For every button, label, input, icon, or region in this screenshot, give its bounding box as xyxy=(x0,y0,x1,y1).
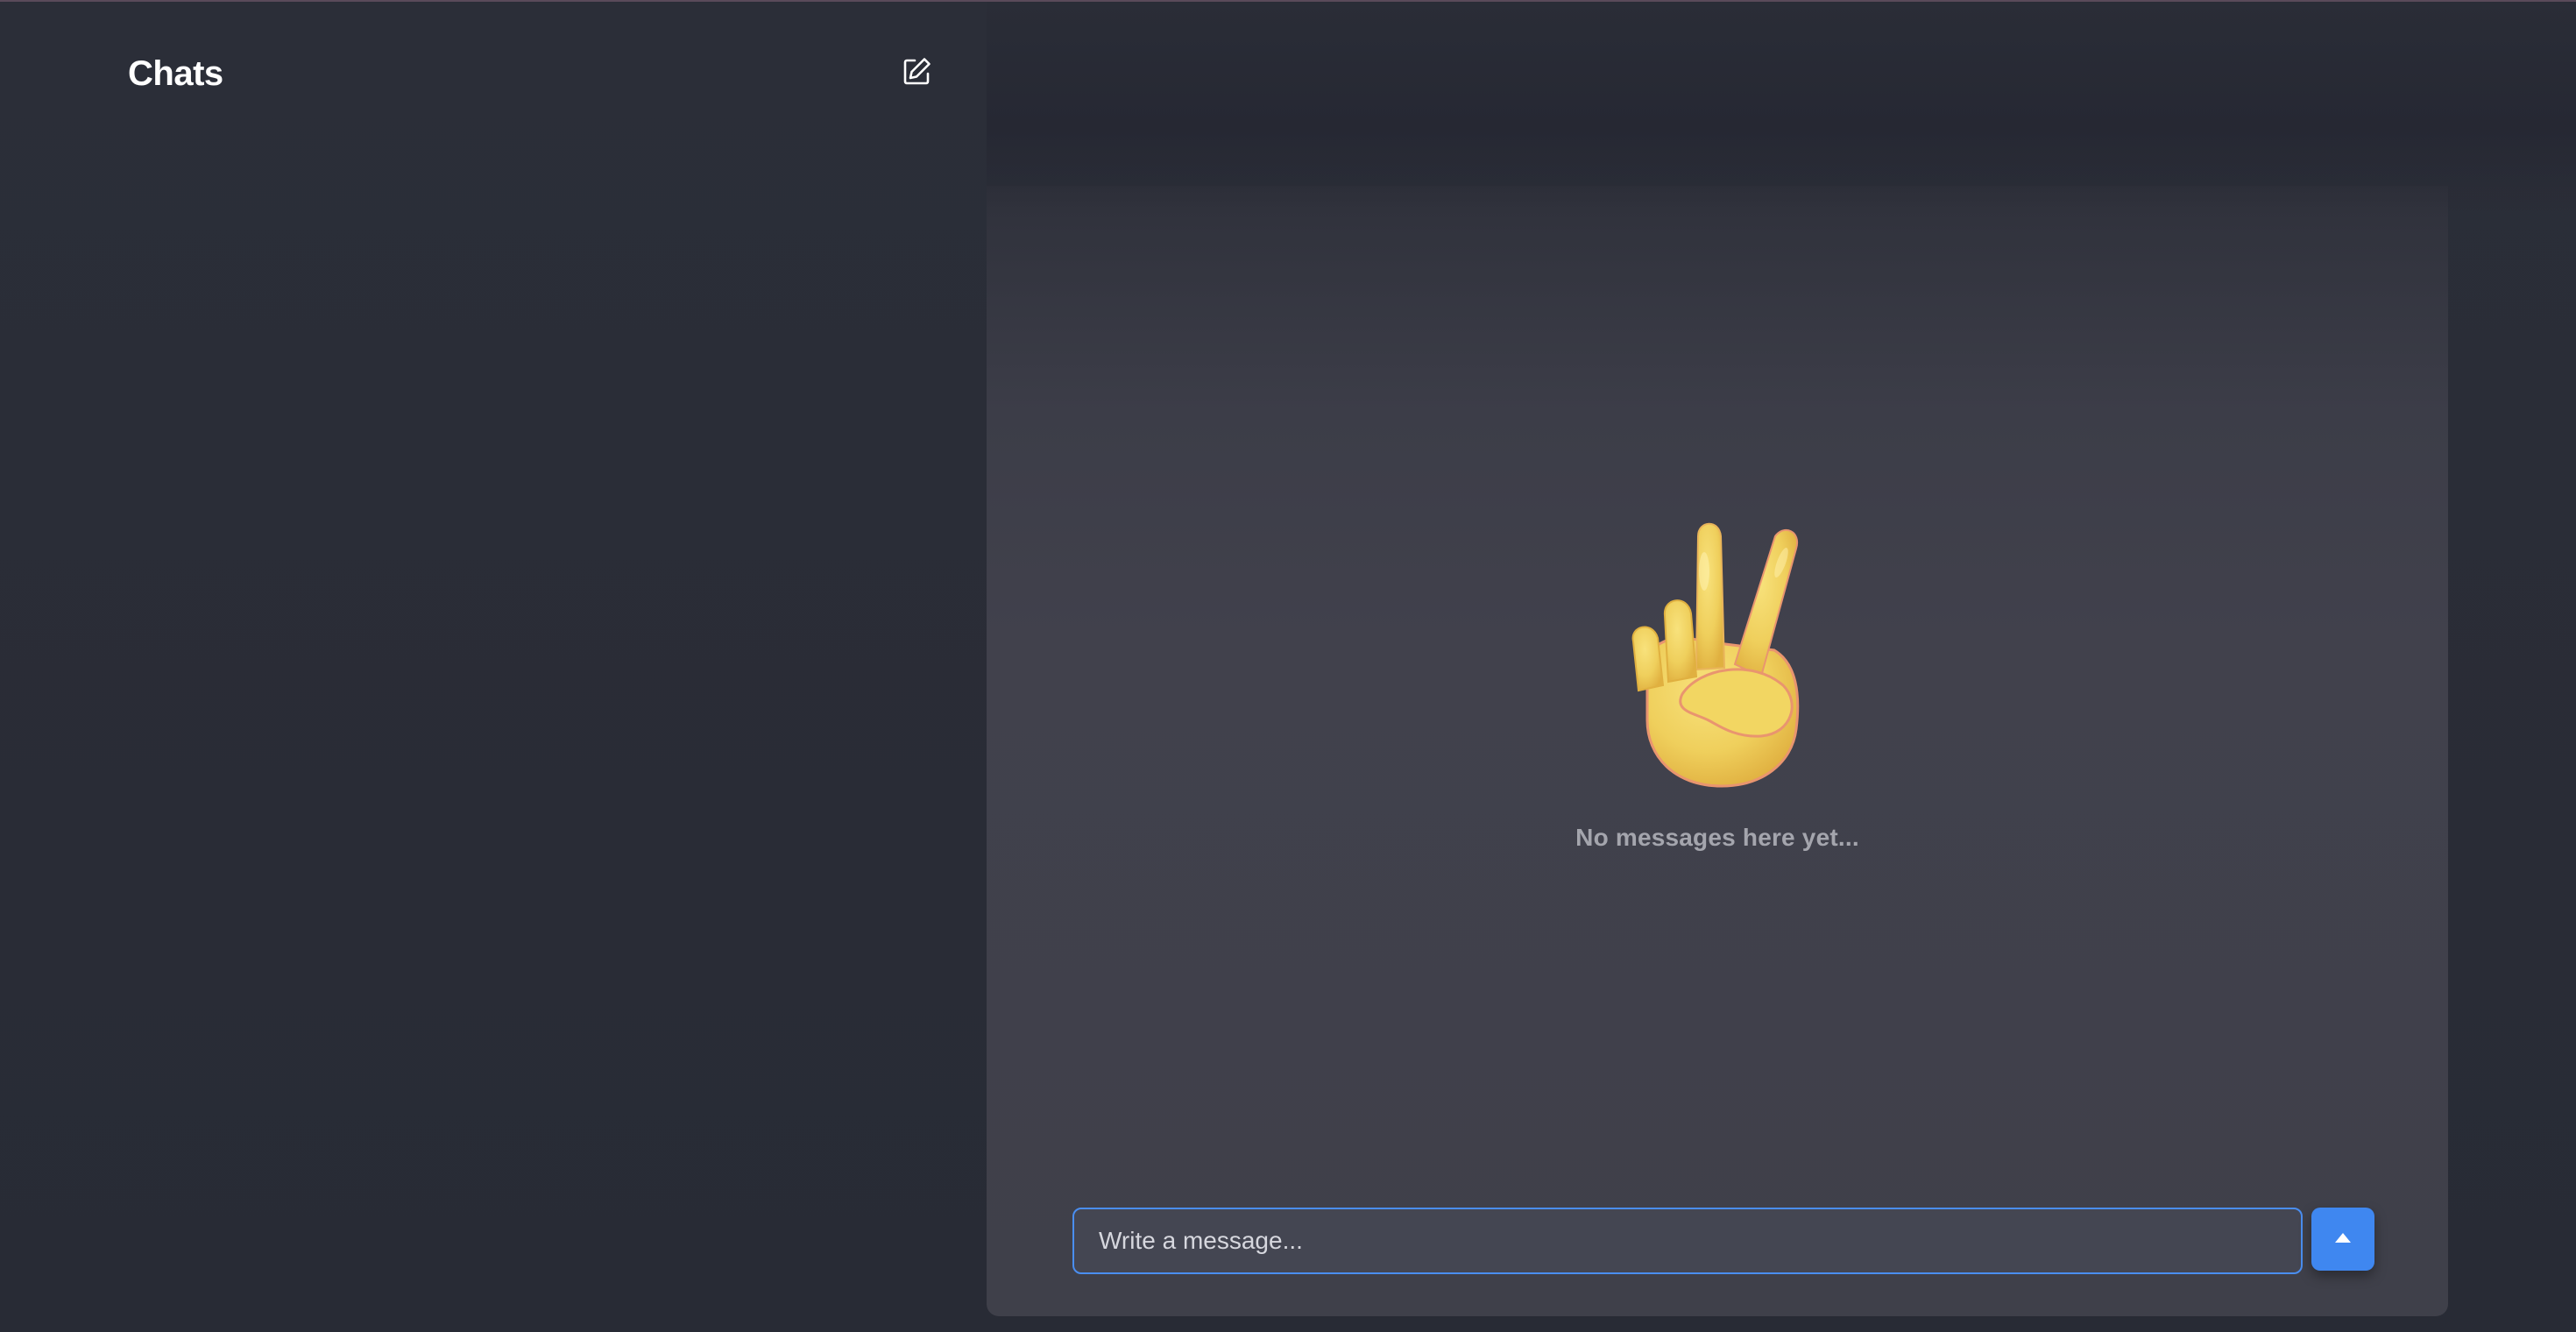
victory-hand-emoji xyxy=(1621,510,1814,790)
send-button[interactable] xyxy=(2311,1208,2374,1271)
message-input[interactable] xyxy=(1072,1208,2303,1274)
chat-app: Chats No messages here yet... Write a me… xyxy=(0,0,2576,1332)
new-chat-button[interactable] xyxy=(899,56,934,91)
sidebar-title: Chats xyxy=(128,54,223,93)
empty-state-text: No messages here yet... xyxy=(1575,824,1859,851)
sidebar: Chats xyxy=(0,2,987,1332)
compose-icon xyxy=(901,56,932,92)
chat-panel: No messages here yet... xyxy=(987,186,2448,1316)
send-arrow-icon xyxy=(2333,1231,2353,1248)
message-composer xyxy=(1072,1208,2378,1274)
header-fade xyxy=(987,2,2576,212)
empty-state: No messages here yet... xyxy=(987,510,2448,852)
